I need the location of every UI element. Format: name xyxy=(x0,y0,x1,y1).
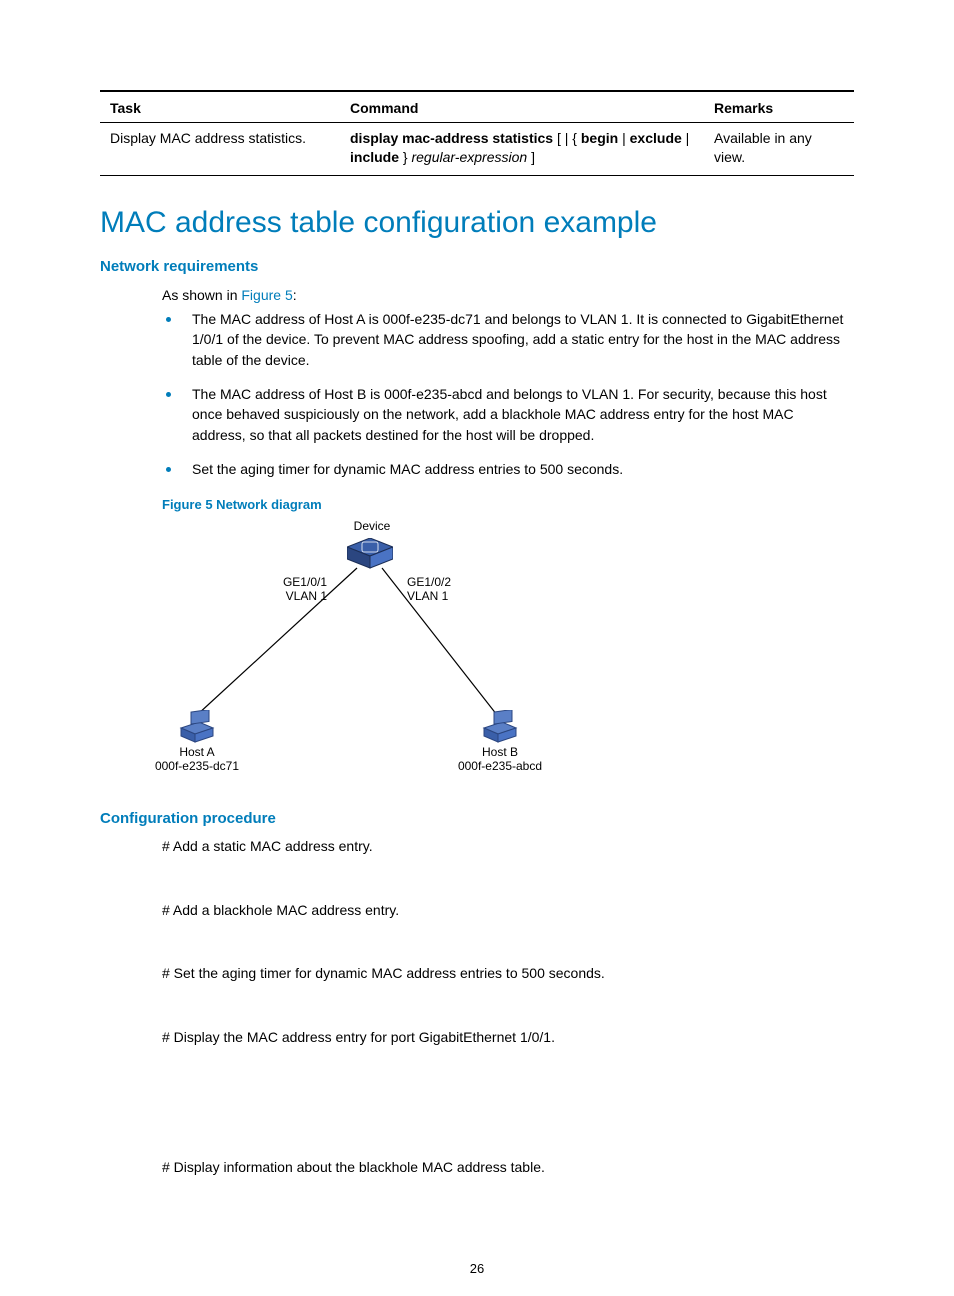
cmd-text: | xyxy=(618,130,629,146)
computer-icon xyxy=(177,710,217,746)
table-header-row: Task Command Remarks xyxy=(100,91,854,123)
network-diagram: Device GE1/0/1 VLAN 1 GE1/0/2 VLAN 1 Hos… xyxy=(162,520,582,780)
figure-link[interactable]: Figure 5 xyxy=(241,287,292,303)
switch-icon xyxy=(347,538,393,570)
procedure-step: # Add a blackhole MAC address entry. xyxy=(162,901,854,921)
cmd-text: ] xyxy=(527,149,535,165)
ge2-text: GE1/0/2 xyxy=(407,575,451,589)
hosta-name: Host A xyxy=(179,745,214,759)
command-table: Task Command Remarks Display MAC address… xyxy=(100,90,854,176)
list-item: Set the aging timer for dynamic MAC addr… xyxy=(162,459,854,493)
cmd-text: | xyxy=(682,130,690,146)
subsection-network-requirements: Network requirements xyxy=(100,258,854,275)
th-task: Task xyxy=(100,91,340,123)
ge1-text: GE1/0/1 xyxy=(283,575,327,589)
intro-line: As shown in Figure 5: xyxy=(162,285,844,305)
cmd-keyword: include xyxy=(350,149,399,165)
cmd-keyword: begin xyxy=(581,130,618,146)
subsection-configuration-procedure: Configuration procedure xyxy=(100,810,854,827)
list-item: The MAC address of Host B is 000f-e235-a… xyxy=(162,384,854,459)
cell-task: Display MAC address statistics. xyxy=(100,123,340,176)
port-label-ge2: GE1/0/2 VLAN 1 xyxy=(407,576,467,604)
device-label: Device xyxy=(347,520,397,534)
cmd-arg: regular-expression xyxy=(411,149,527,165)
cmd-text: [ | { xyxy=(553,130,581,146)
procedure-step: # Display the MAC address entry for port… xyxy=(162,1028,854,1048)
procedure-step: # Display information about the blackhol… xyxy=(162,1158,854,1178)
hostb-label: Host B 000f-e235-abcd xyxy=(440,746,560,774)
cmd-keyword: exclude xyxy=(630,130,682,146)
vlan2-text: VLAN 1 xyxy=(407,589,448,603)
procedure-step: # Add a static MAC address entry. xyxy=(162,837,854,857)
hostb-name: Host B xyxy=(482,745,518,759)
hosta-label: Host A 000f-e235-dc71 xyxy=(137,746,257,774)
table-row: Display MAC address statistics. display … xyxy=(100,123,854,176)
th-remarks: Remarks xyxy=(704,91,854,123)
page: Task Command Remarks Display MAC address… xyxy=(0,0,954,1296)
list-item: The MAC address of Host A is 000f-e235-d… xyxy=(162,309,854,384)
vlan1-text: VLAN 1 xyxy=(286,589,327,603)
intro-post: : xyxy=(293,287,297,303)
requirements-list: The MAC address of Host A is 000f-e235-d… xyxy=(162,309,854,493)
cell-remarks: Available in any view. xyxy=(704,123,854,176)
computer-icon xyxy=(480,710,520,746)
hostb-mac: 000f-e235-abcd xyxy=(458,759,542,773)
cmd-keyword: display mac-address statistics xyxy=(350,130,553,146)
section-heading: MAC address table configuration example xyxy=(100,206,854,240)
figure-caption: Figure 5 Network diagram xyxy=(162,497,854,512)
cell-command: display mac-address statistics [ | { beg… xyxy=(340,123,704,176)
page-number: 26 xyxy=(0,1261,954,1276)
intro-pre: As shown in xyxy=(162,287,241,303)
port-label-ge1: GE1/0/1 VLAN 1 xyxy=(267,576,327,604)
th-command: Command xyxy=(340,91,704,123)
hosta-mac: 000f-e235-dc71 xyxy=(155,759,239,773)
procedure-step: # Set the aging timer for dynamic MAC ad… xyxy=(162,964,854,984)
cmd-text: } xyxy=(399,149,411,165)
